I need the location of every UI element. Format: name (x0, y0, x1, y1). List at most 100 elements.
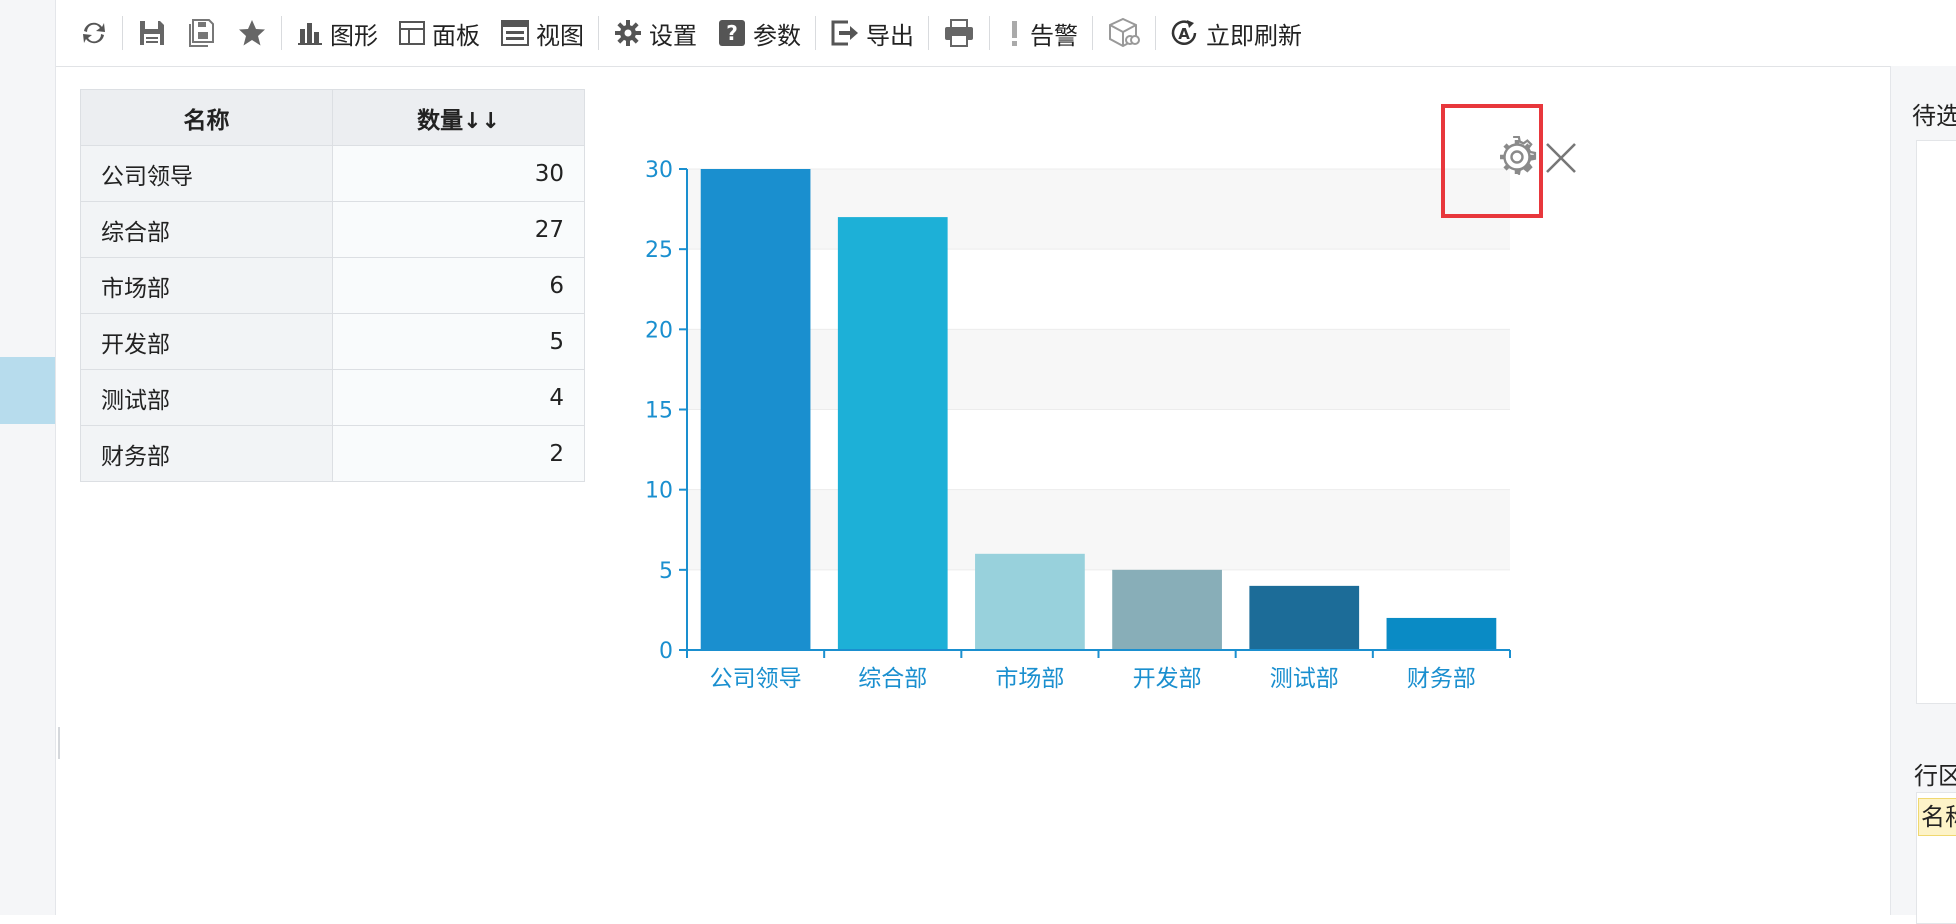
star-icon (237, 18, 267, 48)
row-area-title: 行区 (1914, 762, 1956, 790)
gear-icon (613, 18, 643, 48)
cube-link-icon (1107, 16, 1141, 50)
cell-count: 4 (332, 369, 585, 426)
bar-chart: 0 5 10 15 20 25 30 公司领导 综合部 市场部 开发部 测试部 财务部 (645, 158, 1511, 692)
refresh-button[interactable] (70, 11, 118, 55)
toolbar-separator (815, 16, 816, 50)
grid-band (687, 169, 1510, 250)
y-tick-label: 10 (645, 479, 673, 504)
svg-text:A: A (1178, 25, 1190, 43)
settings-button-label: 设置 (649, 21, 697, 50)
table-row[interactable]: 公司领导 30 (80, 145, 585, 202)
panel-button-label: 面板 (432, 21, 480, 50)
grid-band (687, 489, 1510, 570)
grid-header-row: 名称 数量↓↓ (80, 89, 585, 146)
refresh-now-button[interactable]: A 立即刷新 (1160, 11, 1312, 55)
print-button[interactable] (933, 11, 985, 55)
x-tick-label: 市场部 (995, 666, 1064, 692)
print-icon (943, 18, 975, 48)
column-header-count[interactable]: 数量↓↓ (332, 89, 585, 146)
params-button-label: 参数 (753, 21, 801, 50)
alert-button-label: 告警 (1030, 21, 1078, 50)
save-button[interactable] (127, 11, 177, 55)
bar (975, 553, 1085, 650)
left-rail (0, 0, 56, 915)
bar (837, 217, 948, 650)
y-tick-label: 25 (645, 238, 673, 263)
toolbar-separator (1092, 16, 1093, 50)
toolbar-separator (989, 16, 990, 50)
save-icon (137, 18, 167, 48)
auto-refresh-icon: A (1170, 18, 1200, 48)
table-row[interactable]: 综合部 27 (80, 201, 585, 258)
bar (700, 169, 811, 650)
chart-close-button[interactable] (1543, 138, 1579, 178)
save-as-button[interactable] (177, 11, 227, 55)
toolbar-separator (122, 16, 123, 50)
table-row[interactable]: 开发部 5 (80, 313, 585, 370)
row-field-chip[interactable]: 名称 (1918, 798, 1956, 836)
gear-icon (1496, 135, 1538, 182)
close-icon (1543, 143, 1579, 182)
chart-button-label: 图形 (330, 21, 378, 50)
toolbar-separator (1155, 16, 1156, 50)
question-icon: ? (717, 18, 747, 48)
candidate-fields-list[interactable] (1916, 140, 1956, 704)
alert-button[interactable]: 告警 (994, 11, 1088, 55)
params-button[interactable]: ? 参数 (707, 11, 811, 55)
cell-count: 5 (332, 313, 585, 370)
y-tick-label: 30 (645, 158, 673, 183)
cube-link-button[interactable] (1097, 11, 1151, 55)
sort-icon[interactable]: ↓↓ (463, 109, 500, 134)
bar (1386, 617, 1497, 650)
toolbar: 图形 面板 视图 设置 ? 参数 导出 告警 A 立即刷新 (56, 0, 1956, 67)
export-button-label: 导出 (866, 21, 914, 50)
panel-button[interactable]: 面板 (388, 11, 490, 55)
view-icon (500, 19, 530, 47)
grid-band (687, 329, 1510, 410)
panel-icon (398, 19, 426, 47)
left-rail-active-marker[interactable] (0, 357, 55, 424)
cell-name: 综合部 (80, 201, 333, 258)
bar (1112, 569, 1222, 650)
x-tick-label: 财务部 (1407, 666, 1476, 692)
save-as-icon (187, 18, 217, 48)
toolbar-separator (598, 16, 599, 50)
export-button[interactable]: 导出 (820, 11, 924, 55)
table-row[interactable]: 市场部 6 (80, 257, 585, 314)
export-icon (830, 18, 860, 48)
cell-name: 公司领导 (80, 145, 333, 202)
table-row[interactable]: 测试部 4 (80, 369, 585, 426)
y-tick-label: 20 (645, 318, 673, 343)
x-tick-label: 开发部 (1133, 666, 1202, 692)
x-tick-label: 测试部 (1270, 666, 1339, 692)
exclamation-icon (1004, 18, 1024, 48)
bar (1249, 585, 1360, 650)
column-header-name-label: 名称 (183, 107, 230, 134)
column-header-count-label: 数量 (417, 107, 464, 134)
view-button-label: 视图 (536, 21, 584, 50)
cell-name: 开发部 (80, 313, 333, 370)
cell-name: 财务部 (80, 425, 333, 482)
cell-name: 市场部 (80, 257, 333, 314)
cell-count: 2 (332, 425, 585, 482)
cell-name: 测试部 (80, 369, 333, 426)
toolbar-separator (928, 16, 929, 50)
chart-button[interactable]: 图形 (286, 11, 388, 55)
resize-handle[interactable] (58, 727, 60, 759)
chart-settings-button[interactable] (1496, 135, 1538, 178)
cell-count: 27 (332, 201, 585, 258)
candidate-fields-title: 待选 (1912, 102, 1956, 130)
cell-count: 6 (332, 257, 585, 314)
refresh-icon (80, 19, 108, 47)
refresh-now-label: 立即刷新 (1206, 21, 1302, 50)
view-button[interactable]: 视图 (490, 11, 594, 55)
table-row[interactable]: 财务部 2 (80, 425, 585, 482)
settings-button[interactable]: 设置 (603, 11, 707, 55)
y-tick-label: 0 (659, 639, 673, 664)
y-tick-label: 5 (659, 559, 673, 584)
column-header-name[interactable]: 名称 (80, 89, 333, 146)
y-tick-label: 15 (645, 399, 673, 424)
favorite-button[interactable] (227, 11, 277, 55)
toolbar-separator (281, 16, 282, 50)
